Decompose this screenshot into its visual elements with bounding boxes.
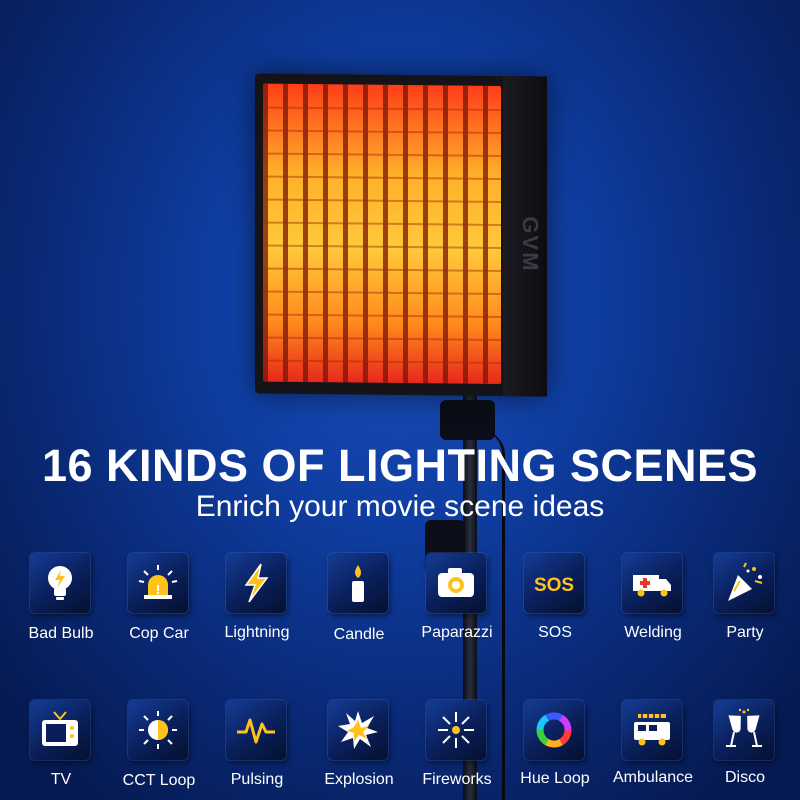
scene-label: Lightning — [224, 624, 290, 641]
scene-hue-loop — [524, 700, 584, 760]
pulse-icon — [237, 718, 275, 744]
scene-disco — [714, 700, 774, 760]
scene-label: Candle — [333, 626, 385, 643]
camera-icon — [438, 568, 474, 597]
scene-label: Hue Loop — [520, 770, 590, 787]
sos-icon: SOS — [534, 575, 574, 596]
ambulance-van-icon — [633, 575, 671, 597]
scene-label: Cop Car — [129, 625, 189, 642]
headline: 16 KINDS OF LIGHTING SCENES — [41, 440, 759, 491]
sun-icon — [139, 711, 177, 749]
scene-pulsing — [226, 700, 286, 760]
scene-label: Explosion — [324, 771, 394, 788]
scene-ambulance — [622, 700, 682, 760]
scene-fireworks — [426, 700, 486, 760]
bulb-icon — [48, 566, 72, 600]
champagne-icon — [726, 708, 762, 747]
scene-sos: SOS — [524, 553, 584, 613]
color-ring-icon — [536, 712, 572, 748]
scene-party — [714, 553, 774, 613]
fire-truck-icon — [634, 714, 670, 746]
scene-label: TV — [50, 771, 72, 788]
led-light-panel: GVM — [255, 73, 547, 397]
siren-icon — [138, 565, 178, 599]
sos-text: SOS — [534, 575, 574, 596]
subheadline: Enrich your movie scene ideas — [195, 490, 605, 523]
scene-label: Fireworks — [422, 771, 492, 788]
scene-label: Disco — [724, 769, 765, 786]
lightning-icon — [244, 563, 269, 603]
scene-cct-loop — [128, 700, 188, 760]
firework-icon — [438, 712, 474, 748]
explosion-icon — [338, 711, 378, 749]
panel-grid-glow — [263, 83, 501, 385]
scene-label: Bad Bulb — [28, 625, 94, 642]
scene-paparazzi — [426, 553, 486, 613]
scene-tv — [30, 700, 90, 760]
scene-label: CCT Loop — [122, 772, 196, 789]
scene-candle — [328, 553, 388, 613]
tv-icon — [42, 711, 78, 746]
scene-label: SOS — [538, 624, 572, 641]
scene-label: Pulsing — [230, 771, 284, 788]
scene-bad-bulb — [30, 553, 90, 613]
scene-explosion — [328, 700, 388, 760]
brand-logo: GVM — [518, 216, 543, 273]
scene-cop-car — [128, 553, 188, 613]
scene-label: Paparazzi — [421, 624, 493, 641]
scene-lightning — [226, 553, 286, 613]
candle-icon — [352, 565, 364, 602]
scene-label: Party — [726, 624, 764, 641]
scene-welding — [622, 553, 682, 613]
party-popper-icon — [728, 562, 763, 601]
